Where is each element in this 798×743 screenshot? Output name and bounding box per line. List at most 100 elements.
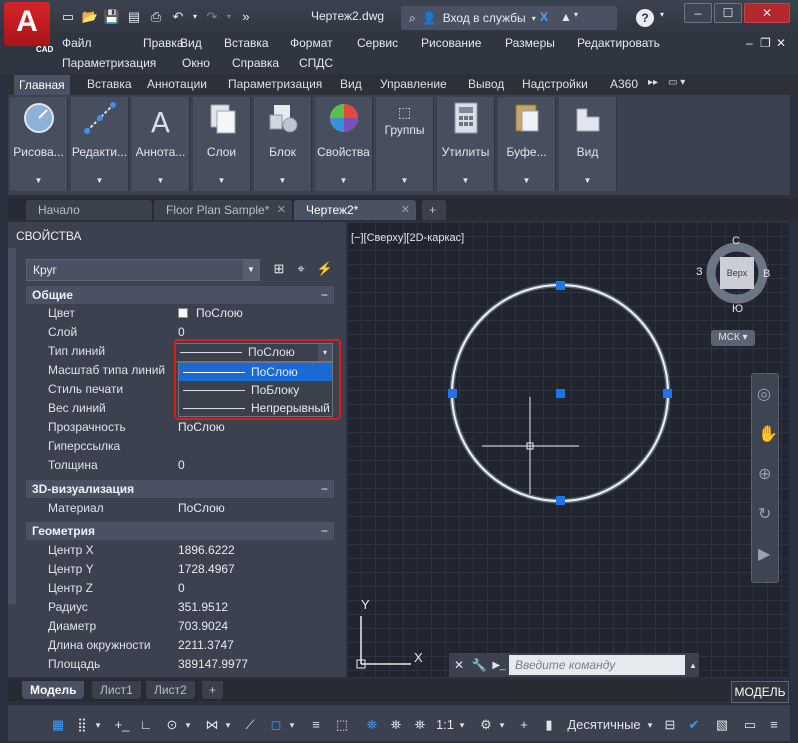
menu-insert[interactable]: Вставка (224, 36, 269, 50)
menu-modify[interactable]: Редактировать (577, 36, 660, 50)
help-icon[interactable]: ? (636, 9, 654, 27)
section-general[interactable]: Общие − (26, 286, 334, 304)
tab-sheet1[interactable]: Лист1 (92, 681, 141, 699)
property-value[interactable]: 0 (178, 456, 185, 475)
tab-parametric[interactable]: Параметризация (228, 77, 322, 91)
model-space-button[interactable]: МОДЕЛЬ (731, 681, 789, 703)
general-row[interactable]: Гиперссылка (26, 437, 334, 456)
geometry-row[interactable]: Центр Y 1728.4967 (26, 560, 334, 579)
sign-in-area[interactable]: ⌕ 👤 Вход в службы ▾ (401, 6, 617, 30)
print-icon[interactable]: ⎙ (146, 7, 166, 27)
panel-expand-icon[interactable]: ▼ (71, 176, 128, 185)
general-row[interactable]: Толщина 0 (26, 456, 334, 475)
tab-sheet2[interactable]: Лист2 (146, 681, 195, 699)
redo-dropdown-icon[interactable]: ▾ (224, 7, 234, 27)
compass-south[interactable]: Ю (732, 303, 743, 315)
section-geometry[interactable]: Геометрия − (26, 522, 334, 540)
annotation-scale-value[interactable]: 1:1 (434, 715, 456, 735)
property-value[interactable]: ПоСлою (178, 418, 225, 437)
menu-file[interactable]: Файл (62, 36, 92, 50)
panel-properties[interactable]: Свойства ▼ (315, 97, 373, 191)
autodesk-dropdown-icon[interactable]: ▾ (574, 10, 578, 19)
panel-annotation[interactable]: A Аннота... ▼ (132, 97, 190, 191)
undo-dropdown-icon[interactable]: ▾ (190, 7, 200, 27)
doc-restore-button[interactable]: ❐ (760, 36, 771, 50)
panel-expand-icon[interactable]: ▼ (193, 176, 250, 185)
isodraft-dropdown-icon[interactable]: ▾ (222, 715, 234, 735)
minimize-button[interactable]: – (684, 3, 712, 23)
ribbon-options-icon[interactable]: ▭ ▾ (668, 77, 685, 88)
snap-dropdown-icon[interactable]: ▾ (92, 715, 104, 735)
maximize-button[interactable]: ☐ (714, 3, 742, 23)
panel-expand-icon[interactable]: ▼ (437, 176, 494, 185)
grid-icon[interactable]: ▦ (48, 715, 68, 735)
workspace-gear-icon[interactable]: ⚙ (476, 715, 496, 735)
section-3d-visualization[interactable]: 3D-визуализация − (26, 480, 334, 498)
property-value[interactable]: ПоСлою (196, 304, 243, 323)
save-icon[interactable]: 💾 (102, 7, 122, 27)
geometry-row[interactable]: Диаметр 703.9024 (26, 617, 334, 636)
grip-left[interactable] (448, 389, 457, 398)
panel-block[interactable]: Блок ▼ (254, 97, 312, 191)
clean-screen-icon[interactable]: ▭ (740, 715, 760, 735)
close-button[interactable]: ✕ (744, 3, 790, 23)
close-tab-icon[interactable]: ✕ (277, 200, 286, 220)
property-value[interactable]: 2211.3747 (178, 636, 234, 655)
autoscale-icon[interactable]: ⛯ (386, 715, 406, 735)
panel-modify[interactable]: Редакти... ▼ (71, 97, 129, 191)
object-snap-dropdown-icon[interactable]: ▾ (286, 715, 298, 735)
geometry-row[interactable]: Длина окружности 2211.3747 (26, 636, 334, 655)
new-file-icon[interactable]: ▭ (58, 7, 78, 27)
object-snap-tracking-icon[interactable]: ⟋ (240, 715, 260, 735)
scale-dropdown-icon[interactable]: ▾ (456, 715, 468, 735)
property-value[interactable]: 703.9024 (178, 617, 228, 636)
viewcube-face-top[interactable]: Верх (720, 257, 754, 289)
polar-dropdown-icon[interactable]: ▾ (182, 715, 194, 735)
panel-clipboard[interactable]: Буфе... ▼ (498, 97, 556, 191)
graphics-performance-icon[interactable]: ▧ (712, 715, 732, 735)
menu-parametric[interactable]: Параметризация (62, 56, 156, 70)
doc-close-button[interactable]: ✕ (776, 36, 786, 50)
undo-icon[interactable]: ↶ (168, 7, 188, 27)
quick-properties-icon[interactable]: ⊟ (660, 715, 680, 735)
menu-spds[interactable]: СПДС (299, 56, 333, 70)
help-dropdown-icon[interactable]: ▾ (660, 10, 664, 19)
command-input[interactable]: Введите команду (509, 655, 685, 675)
menu-format[interactable]: Формат (290, 36, 333, 50)
quick-select-icon[interactable]: ⚡ (316, 261, 334, 279)
chevron-up-icon[interactable]: ▲ (689, 661, 699, 670)
zoom-icon[interactable]: ⊕ (758, 464, 771, 484)
property-value[interactable]: 389147.9977 (178, 655, 248, 674)
pan-hand-icon[interactable]: ✋ (758, 424, 778, 444)
palette-scrollbar[interactable] (8, 248, 16, 604)
binoculars-icon[interactable]: ⌕ (409, 11, 416, 26)
close-icon[interactable]: ✕ (449, 658, 469, 672)
panel-expand-icon[interactable]: ▼ (132, 176, 189, 185)
property-value[interactable]: 1728.4967 (178, 560, 235, 579)
compass-north[interactable]: С (732, 235, 740, 247)
grip-top[interactable] (556, 281, 565, 290)
menu-help[interactable]: Справка (232, 56, 279, 70)
panel-view[interactable]: Вид ▼ (559, 97, 617, 191)
viewcube[interactable]: Верх С Ю З В (696, 235, 781, 317)
tab-model[interactable]: Модель (22, 681, 85, 699)
doctab-drawing2[interactable]: Чертеж2* ✕ (294, 200, 416, 220)
general-row[interactable]: Прозрачность ПоСлою (26, 418, 334, 437)
tab-home[interactable]: Главная (14, 75, 70, 95)
tab-insert[interactable]: Вставка (87, 77, 132, 91)
units-value[interactable]: Десятичные (564, 715, 644, 735)
collapse-icon[interactable]: − (321, 286, 328, 304)
customize-icon[interactable]: ≡ (764, 715, 784, 735)
compass-west[interactable]: З (696, 266, 703, 278)
doctab-start[interactable]: Начало (26, 200, 152, 220)
redo-icon[interactable]: ↷ (202, 7, 222, 27)
add-layout-button[interactable]: + (202, 681, 224, 699)
doc-minimize-button[interactable]: – (746, 36, 753, 50)
panel-expand-icon[interactable]: ▼ (254, 176, 311, 185)
viewport-controls-label[interactable]: [−][Сверху][2D-каркас] (351, 232, 464, 244)
showmotion-icon[interactable]: ▶ (758, 544, 770, 564)
annotation-visibility-icon[interactable]: ⛯ (362, 715, 382, 735)
open-folder-icon[interactable]: 📂 (80, 7, 100, 27)
panel-expand-icon[interactable]: ▼ (498, 176, 555, 185)
tab-addins[interactable]: Надстройки (522, 77, 588, 91)
